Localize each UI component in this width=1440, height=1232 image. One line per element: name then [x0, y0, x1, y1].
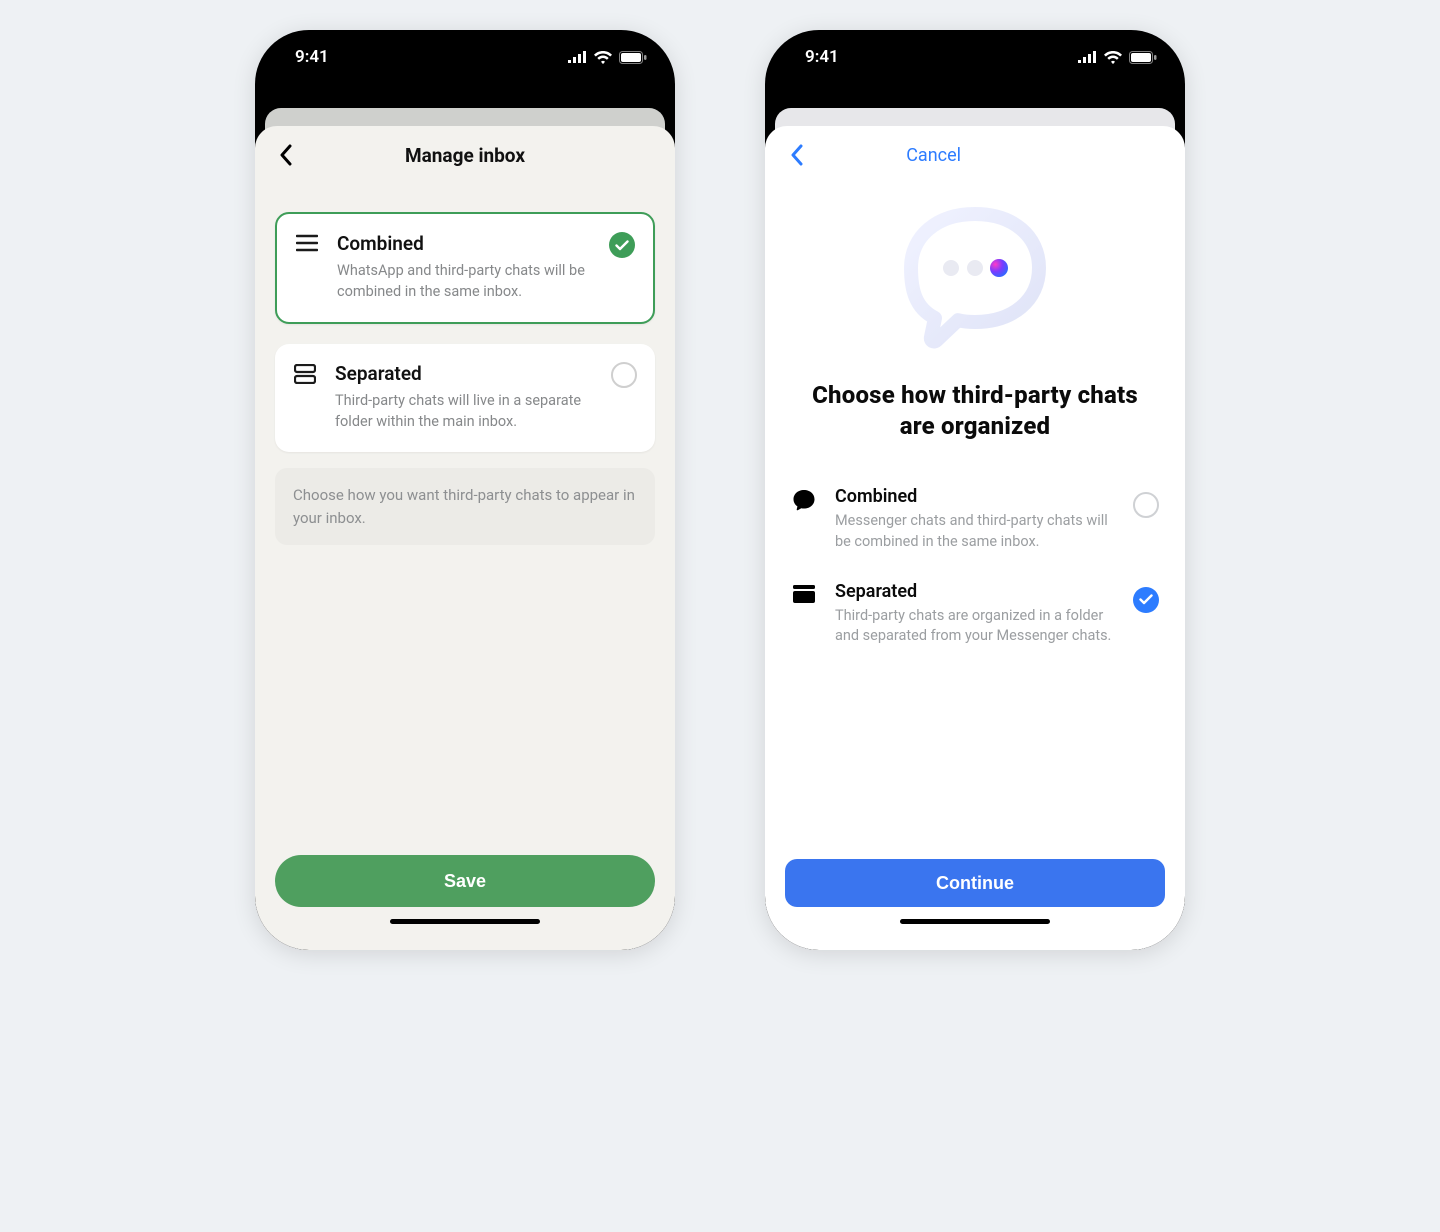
chevron-left-icon: [790, 144, 803, 166]
wifi-icon: [1104, 51, 1122, 64]
cellular-icon: [567, 51, 587, 63]
check-icon: [615, 240, 629, 251]
radio-combined[interactable]: [1133, 492, 1159, 518]
option-desc: Messenger chats and third-party chats wi…: [835, 511, 1115, 552]
back-button[interactable]: [781, 140, 811, 170]
combined-lines-icon: [293, 232, 321, 302]
status-indicators: [1077, 51, 1157, 64]
folder-icon: [791, 581, 817, 605]
chat-filled-icon: [791, 486, 817, 512]
nav-bar: Manage inbox: [255, 126, 675, 184]
radio-combined-selected[interactable]: [609, 232, 635, 258]
sheet-choose-organization: Cancel: [765, 126, 1185, 950]
option-combined[interactable]: Combined Messenger chats and third-party…: [785, 472, 1165, 566]
page-title: Manage inbox: [255, 144, 675, 167]
phone-messenger: 9:41 Cancel: [765, 30, 1185, 950]
heading: Choose how third-party chats are organiz…: [785, 380, 1165, 472]
battery-icon: [619, 51, 647, 64]
option-separated[interactable]: Separated Third-party chats will live in…: [275, 344, 655, 452]
wifi-icon: [594, 51, 612, 64]
separated-rows-icon: [291, 362, 319, 432]
radio-separated-selected[interactable]: [1133, 587, 1159, 613]
option-title: Separated: [335, 362, 595, 385]
battery-icon: [1129, 51, 1157, 64]
option-desc: Third-party chats are organized in a fol…: [835, 606, 1115, 647]
status-bar: 9:41: [255, 30, 675, 84]
option-title: Separated: [835, 581, 1115, 602]
nav-bar: Cancel: [765, 126, 1185, 184]
status-indicators: [567, 51, 647, 64]
phone-whatsapp: 9:41 Manage inbox: [255, 30, 675, 950]
status-time: 9:41: [805, 47, 839, 67]
option-desc: WhatsApp and third-party chats will be c…: [337, 261, 593, 302]
cancel-button[interactable]: Cancel: [906, 145, 961, 166]
status-time: 9:41: [295, 47, 329, 67]
caption-text: Choose how you want third-party chats to…: [275, 468, 655, 545]
option-separated[interactable]: Separated Third-party chats are organize…: [785, 567, 1165, 661]
sheet-manage-inbox: Manage inbox Combined WhatsApp and third…: [255, 126, 675, 950]
status-bar: 9:41: [765, 30, 1185, 84]
hero-illustration: [785, 194, 1165, 380]
check-icon: [1139, 594, 1153, 605]
radio-separated[interactable]: [611, 362, 637, 388]
option-desc: Third-party chats will live in a separat…: [335, 391, 595, 432]
option-combined[interactable]: Combined WhatsApp and third-party chats …: [275, 212, 655, 324]
chat-bubble-icon: [895, 206, 1055, 356]
continue-button[interactable]: Continue: [785, 859, 1165, 907]
cellular-icon: [1077, 51, 1097, 63]
home-indicator: [390, 919, 540, 924]
home-indicator: [900, 919, 1050, 924]
option-title: Combined: [337, 232, 593, 255]
save-button[interactable]: Save: [275, 855, 655, 907]
option-title: Combined: [835, 486, 1115, 507]
